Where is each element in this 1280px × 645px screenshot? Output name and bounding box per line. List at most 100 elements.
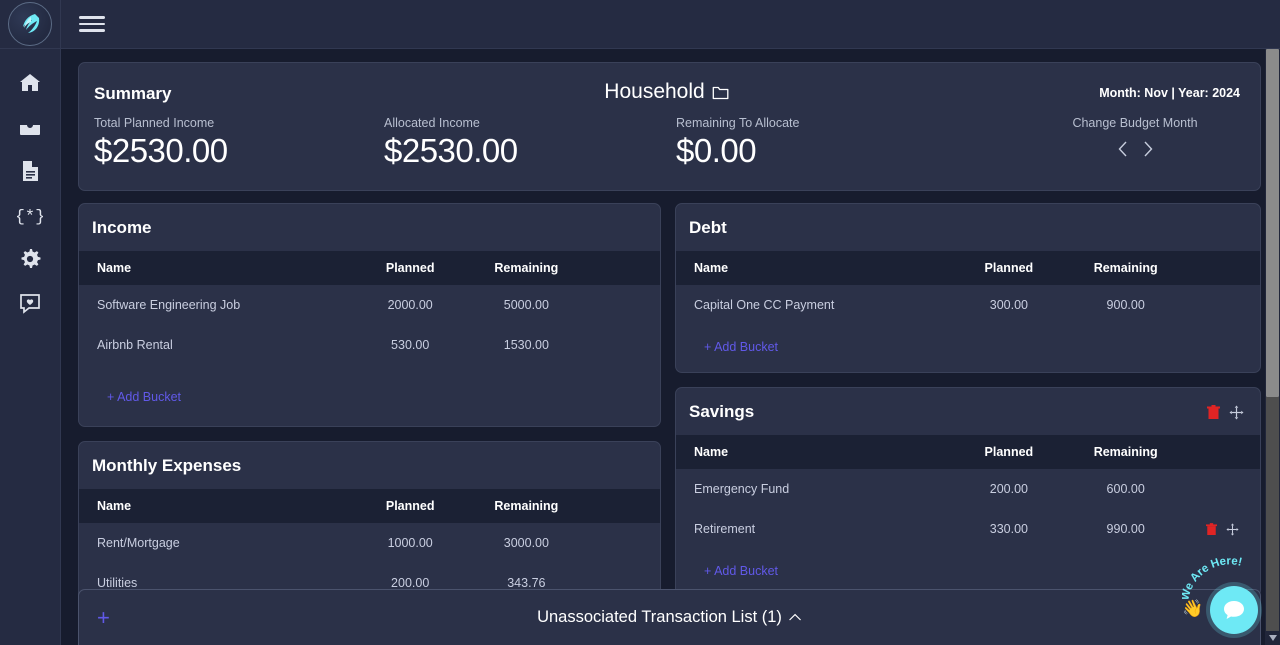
column-header-name: Name: [694, 445, 729, 459]
table-row[interactable]: Software Engineering Job 2000.00 5000.00: [79, 285, 660, 325]
plus-icon[interactable]: +: [97, 606, 110, 629]
metric-allocated-income: Allocated Income $2530.00: [384, 116, 676, 170]
sidebar-nav: {*}: [0, 49, 61, 325]
app-logo[interactable]: [0, 0, 61, 49]
column-header-remaining: Remaining: [1093, 445, 1158, 459]
metric-value: $2530.00: [384, 132, 518, 169]
cell-actions: [1184, 469, 1260, 509]
cell-actions: [584, 285, 660, 325]
cell-remaining: 600.00: [1106, 482, 1145, 496]
table-row[interactable]: Retirement 330.00 990.00: [676, 509, 1260, 549]
page-title: Summary: [94, 84, 172, 103]
metric-value: $0.00: [676, 132, 757, 169]
column-header-remaining: Remaining: [494, 499, 559, 513]
cell-planned: 330.00: [989, 522, 1028, 536]
cell-actions: [584, 523, 660, 563]
change-budget-month: Change Budget Month: [1030, 116, 1240, 170]
metric-value: $2530.00: [94, 132, 228, 169]
sidebar: {*}: [0, 0, 61, 645]
add-bucket-debt-button[interactable]: + Add Bucket: [676, 325, 778, 372]
panel-title: Monthly Expenses: [92, 456, 242, 475]
panel-savings-header: Savings: [676, 388, 1260, 435]
column-header-name: Name: [97, 261, 132, 275]
scrollbar-track[interactable]: [1266, 397, 1279, 631]
sidebar-item-documents[interactable]: [0, 149, 61, 193]
home-icon: [20, 74, 40, 91]
sidebar-item-code[interactable]: {*}: [0, 193, 61, 237]
table-row[interactable]: Airbnb Rental 530.00 1530.00: [79, 325, 660, 365]
sidebar-item-feedback[interactable]: [0, 281, 61, 325]
cell-actions: [584, 325, 660, 365]
cell-planned: 1000.00: [387, 536, 433, 550]
metric-label: Remaining To Allocate: [676, 116, 800, 130]
trash-icon[interactable]: [1207, 404, 1220, 420]
gear-icon: [21, 249, 41, 268]
cell-remaining: 990.00: [1106, 522, 1145, 536]
table-row[interactable]: Capital One CC Payment 300.00 900.00: [676, 285, 1260, 325]
left-column: Income Name Planned Remaining Software E…: [78, 203, 661, 604]
column-header-remaining: Remaining: [494, 261, 559, 275]
unassociated-transactions-bar: + Unassociated Transaction List (1): [78, 589, 1261, 645]
month-nav: [1030, 139, 1240, 159]
cell-name: Retirement: [694, 522, 756, 536]
cell-remaining: 5000.00: [503, 298, 549, 312]
cell-actions: [1184, 509, 1260, 549]
summary-metrics: Total Planned Income $2530.00 Allocated …: [94, 116, 1240, 170]
unassociated-transaction-list-toggle[interactable]: Unassociated Transaction List (1): [537, 608, 802, 627]
hamburger-menu-icon[interactable]: [79, 12, 105, 37]
trash-icon[interactable]: [1205, 522, 1217, 536]
column-header-name: Name: [97, 499, 132, 513]
chevron-right-icon[interactable]: [1142, 139, 1155, 159]
table-header-row: Name Planned Remaining: [79, 251, 660, 285]
cell-planned: 300.00: [989, 298, 1028, 312]
panels-grid: Income Name Planned Remaining Software E…: [78, 203, 1261, 604]
table-row[interactable]: Emergency Fund 200.00 600.00: [676, 469, 1260, 509]
cell-remaining: 900.00: [1106, 298, 1145, 312]
cell-name: Rent/Mortgage: [97, 536, 180, 550]
cell-name: Airbnb Rental: [97, 338, 173, 352]
page-scrollbar[interactable]: [1265, 49, 1280, 645]
bird-logo-icon: [8, 2, 52, 46]
right-column: Debt Name Planned Remaining Capital One …: [675, 203, 1261, 604]
savings-table: Name Planned Remaining Emergency Fund 20…: [676, 435, 1260, 549]
chat-bubble-button[interactable]: [1210, 586, 1258, 634]
document-icon: [23, 161, 38, 181]
panel-title: Debt: [689, 218, 727, 237]
move-arrows-icon[interactable]: [1229, 405, 1244, 420]
feedback-heart-icon: [20, 294, 40, 314]
cell-name: Software Engineering Job: [97, 298, 241, 312]
expenses-table: Name Planned Remaining Rent/Mortgage 100…: [79, 489, 660, 603]
move-arrows-icon[interactable]: [1225, 522, 1239, 536]
table-header-row: Name Planned Remaining: [676, 251, 1260, 285]
column-header-planned: Planned: [984, 261, 1034, 275]
sidebar-item-home[interactable]: [0, 61, 61, 105]
scrollbar-thumb[interactable]: [1266, 49, 1279, 397]
cell-planned: 200.00: [989, 482, 1028, 496]
scrollbar-down-arrow[interactable]: [1265, 631, 1280, 645]
chevron-down-icon: [1268, 635, 1277, 641]
table-header-row: Name Planned Remaining: [79, 489, 660, 523]
chevron-left-icon[interactable]: [1116, 139, 1129, 159]
metric-remaining-to-allocate: Remaining To Allocate $0.00: [676, 116, 1030, 170]
cell-remaining: 1530.00: [503, 338, 549, 352]
unassociated-transaction-list-label: Unassociated Transaction List (1): [537, 608, 782, 626]
month-year-label: Month: Nov | Year: 2024: [1099, 86, 1240, 100]
add-bucket-income-button[interactable]: + Add Bucket: [79, 365, 181, 426]
main-area: Summary Household Month: Nov | Year: 202…: [61, 0, 1280, 645]
budget-name-label: Household: [604, 80, 705, 103]
column-header-planned: Planned: [385, 261, 435, 275]
panel-debt-header: Debt: [676, 204, 1260, 251]
panel-title: Savings: [689, 402, 755, 421]
income-table: Name Planned Remaining Software Engineer…: [79, 251, 660, 365]
cell-name: Emergency Fund: [694, 482, 790, 496]
cell-actions: [1184, 285, 1260, 325]
metric-label: Allocated Income: [384, 116, 480, 130]
table-row[interactable]: Rent/Mortgage 1000.00 3000.00: [79, 523, 660, 563]
cell-planned: 530.00: [391, 338, 430, 352]
panel-monthly-expenses: Monthly Expenses Name Planned Remaining: [78, 441, 661, 604]
budget-name[interactable]: Household: [604, 80, 729, 104]
panel-income: Income Name Planned Remaining Software E…: [78, 203, 661, 427]
sidebar-item-inbox[interactable]: [0, 105, 61, 149]
sidebar-item-settings[interactable]: [0, 237, 61, 281]
column-header-name: Name: [694, 261, 729, 275]
